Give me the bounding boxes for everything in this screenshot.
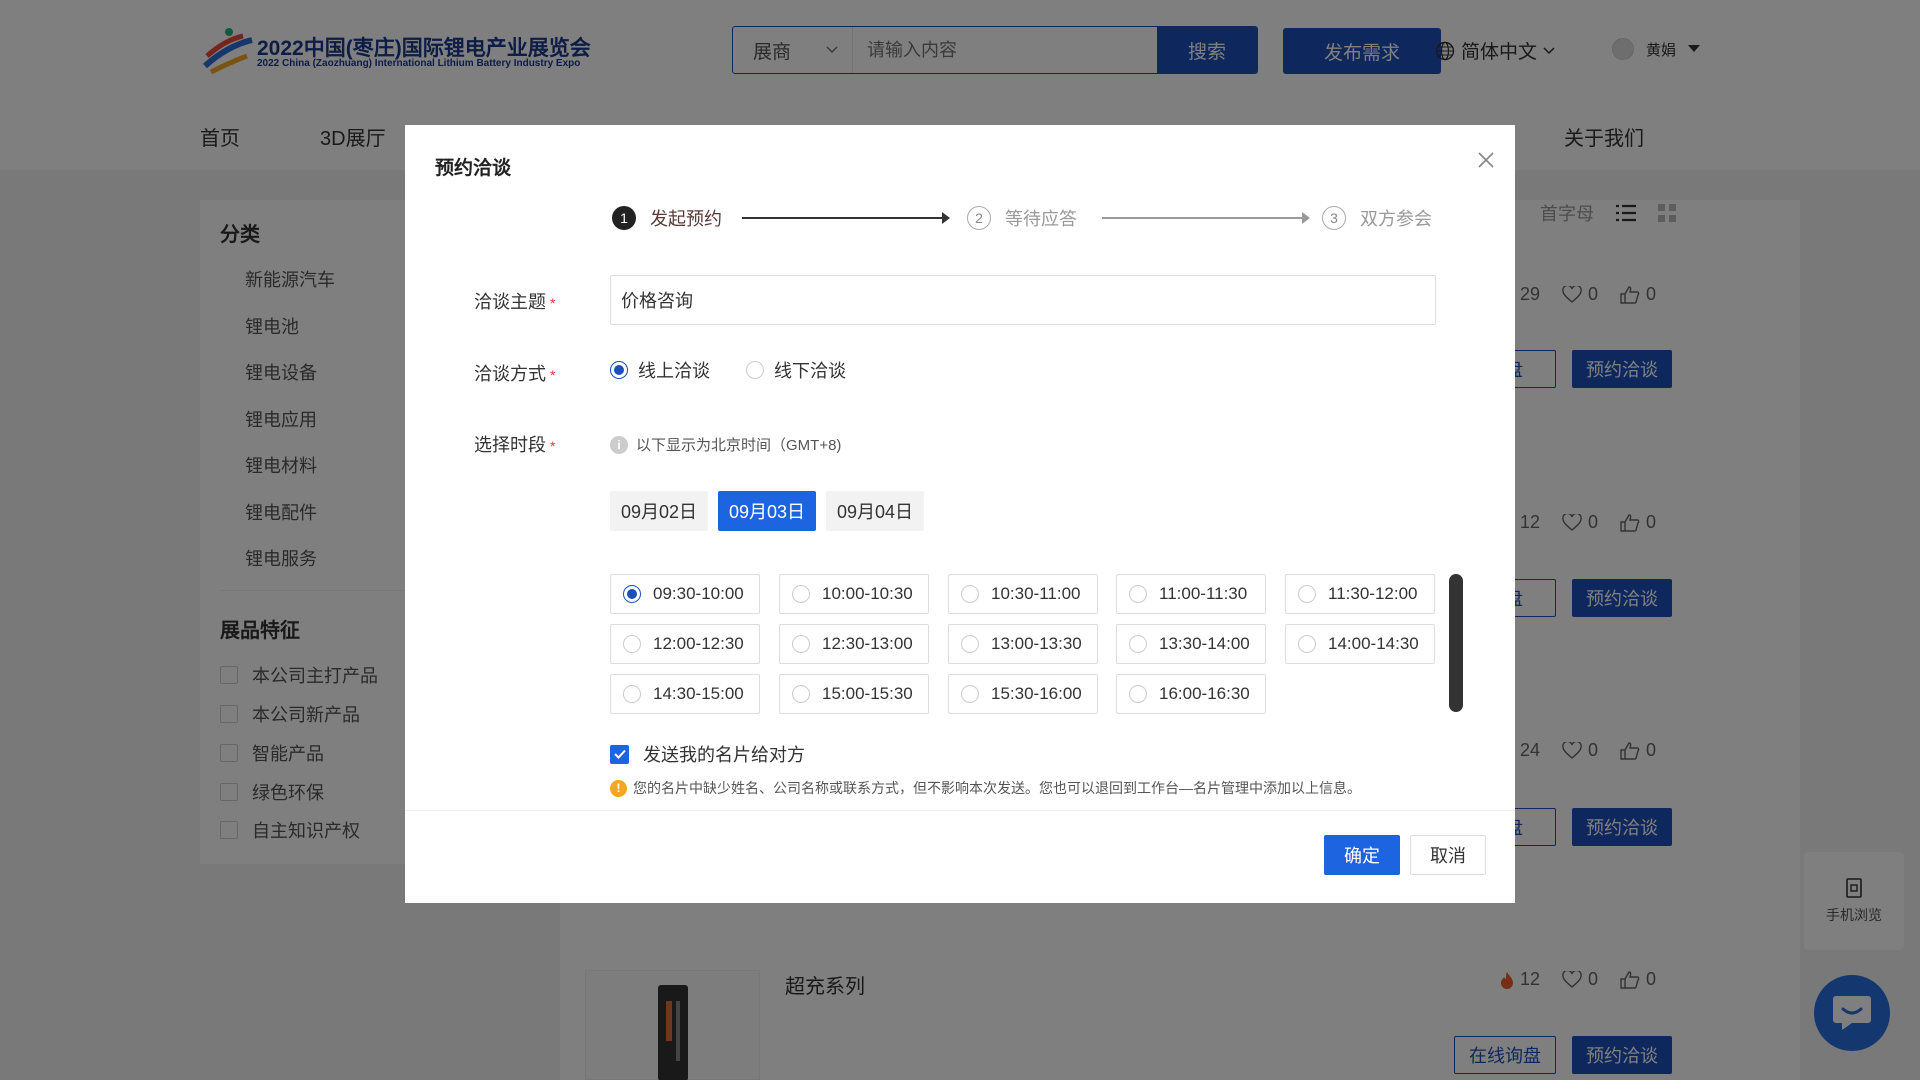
time-slot[interactable]: 12:00-12:30 [610,624,760,664]
date-tab-active[interactable]: 09月03日 [718,491,816,531]
slot-label: 13:00-13:30 [991,634,1082,653]
step-meeting: 3 双方参会 [1322,205,1432,231]
time-slot[interactable]: 12:30-13:00 [779,624,929,664]
slot-label: 10:00-10:30 [822,584,913,603]
checkbox-checked[interactable] [610,744,629,764]
step-connector [1102,212,1310,224]
appointment-modal: 预约洽谈 1 发起预约 2 等待应答 3 双方参会 洽谈主题 * 价格咨询 洽谈方… [405,125,1515,903]
topic-label: 洽谈主题 * [474,292,556,312]
slot-label: 12:00-12:30 [653,634,744,653]
radio-unselected[interactable] [746,361,764,379]
method-label: 洽谈方式 * [474,364,556,384]
time-slot[interactable]: 09:30-10:00 [610,574,760,614]
method-offline-radio[interactable]: 线下洽谈 [746,357,846,383]
date-tab[interactable]: 09月02日 [610,491,708,531]
slot-label: 14:00-14:30 [1328,634,1419,653]
slot-label: 12:30-13:00 [822,634,913,653]
time-slot[interactable]: 11:30-12:00 [1285,574,1435,614]
warning-icon: ! [610,779,627,797]
cancel-button[interactable]: 取消 [1410,835,1486,875]
step-label: 双方参会 [1360,209,1432,229]
radio-unselected[interactable] [1298,585,1316,603]
required-asterisk: * [550,438,556,454]
card-warning-text: 您的名片中缺少姓名、公司名称或联系方式，但不影响本次发送。您也可以退回到工作台—… [633,780,1361,796]
close-button[interactable] [1471,145,1501,175]
radio-unselected[interactable] [961,585,979,603]
slot-label: 14:30-15:00 [653,684,744,703]
radio-unselected[interactable] [623,685,641,703]
slot-label: 16:00-16:30 [1159,684,1250,703]
modal-footer: 确定 取消 [405,810,1515,903]
close-icon [1478,152,1494,168]
info-icon: i [610,435,628,454]
slot-label: 15:30-16:00 [991,684,1082,703]
radio-label: 线下洽谈 [774,361,846,381]
radio-label: 线上洽谈 [638,361,710,381]
radio-selected[interactable] [623,585,641,603]
required-asterisk: * [550,367,556,383]
radio-unselected[interactable] [792,685,810,703]
modal-title: 预约洽谈 [435,158,512,179]
slot-label: 13:30-14:00 [1159,634,1250,653]
radio-unselected[interactable] [792,635,810,653]
slot-scrollbar[interactable] [1449,574,1463,712]
radio-unselected[interactable] [961,635,979,653]
method-online-radio[interactable]: 线上洽谈 [610,357,710,383]
step-label: 发起预约 [650,209,722,229]
slot-label: 09:30-10:00 [653,584,744,603]
step-waiting: 2 等待应答 [967,205,1077,231]
time-slot[interactable]: 11:00-11:30 [1116,574,1266,614]
slot-label: 10:30-11:00 [991,584,1081,603]
step-number: 1 [612,206,636,230]
check-icon [613,749,626,759]
time-slot[interactable]: 14:00-14:30 [1285,624,1435,664]
time-slot[interactable]: 14:30-15:00 [610,674,760,714]
step-initiate: 1 发起预约 [612,205,722,231]
radio-unselected[interactable] [792,585,810,603]
progress-steps: 1 发起预约 2 等待应答 3 双方参会 [612,205,1472,235]
date-tab[interactable]: 09月04日 [826,491,924,531]
time-slot[interactable]: 15:00-15:30 [779,674,929,714]
step-label: 等待应答 [1005,209,1077,229]
send-card-label: 发送我的名片给对方 [643,745,805,765]
confirm-button[interactable]: 确定 [1324,835,1400,875]
arrow-right-icon [942,212,950,224]
step-number: 2 [967,206,991,230]
radio-selected[interactable] [610,361,628,379]
radio-unselected[interactable] [1129,585,1147,603]
send-card-checkbox[interactable]: 发送我的名片给对方 [610,741,805,767]
time-slot[interactable]: 10:00-10:30 [779,574,929,614]
method-radio-group: 线上洽谈 线下洽谈 [610,357,846,383]
radio-unselected[interactable] [1129,685,1147,703]
time-slot[interactable]: 13:00-13:30 [948,624,1098,664]
slot-label: 11:30-12:00 [1328,584,1418,603]
radio-unselected[interactable] [1298,635,1316,653]
slot-label: 15:00-15:30 [822,684,913,703]
topic-input[interactable]: 价格咨询 [610,275,1436,325]
time-label: 选择时段 * [474,435,556,455]
radio-unselected[interactable] [623,635,641,653]
step-connector [742,212,950,224]
timezone-text: 以下显示为北京时间（GMT+8) [636,437,842,454]
step-number: 3 [1322,206,1346,230]
time-slot[interactable]: 10:30-11:00 [948,574,1098,614]
time-slot[interactable]: 13:30-14:00 [1116,624,1266,664]
required-asterisk: * [550,295,556,311]
card-warning: ! 您的名片中缺少姓名、公司名称或联系方式，但不影响本次发送。您也可以退回到工作… [610,778,1361,798]
time-slot[interactable]: 15:30-16:00 [948,674,1098,714]
time-slot[interactable]: 16:00-16:30 [1116,674,1266,714]
radio-unselected[interactable] [961,685,979,703]
radio-unselected[interactable] [1129,635,1147,653]
arrow-right-icon [1302,212,1310,224]
slot-label: 11:00-11:30 [1159,584,1248,603]
timezone-note: i 以下显示为北京时间（GMT+8) [610,434,841,455]
date-tabs: 09月02日 09月03日 09月04日 [610,491,924,531]
